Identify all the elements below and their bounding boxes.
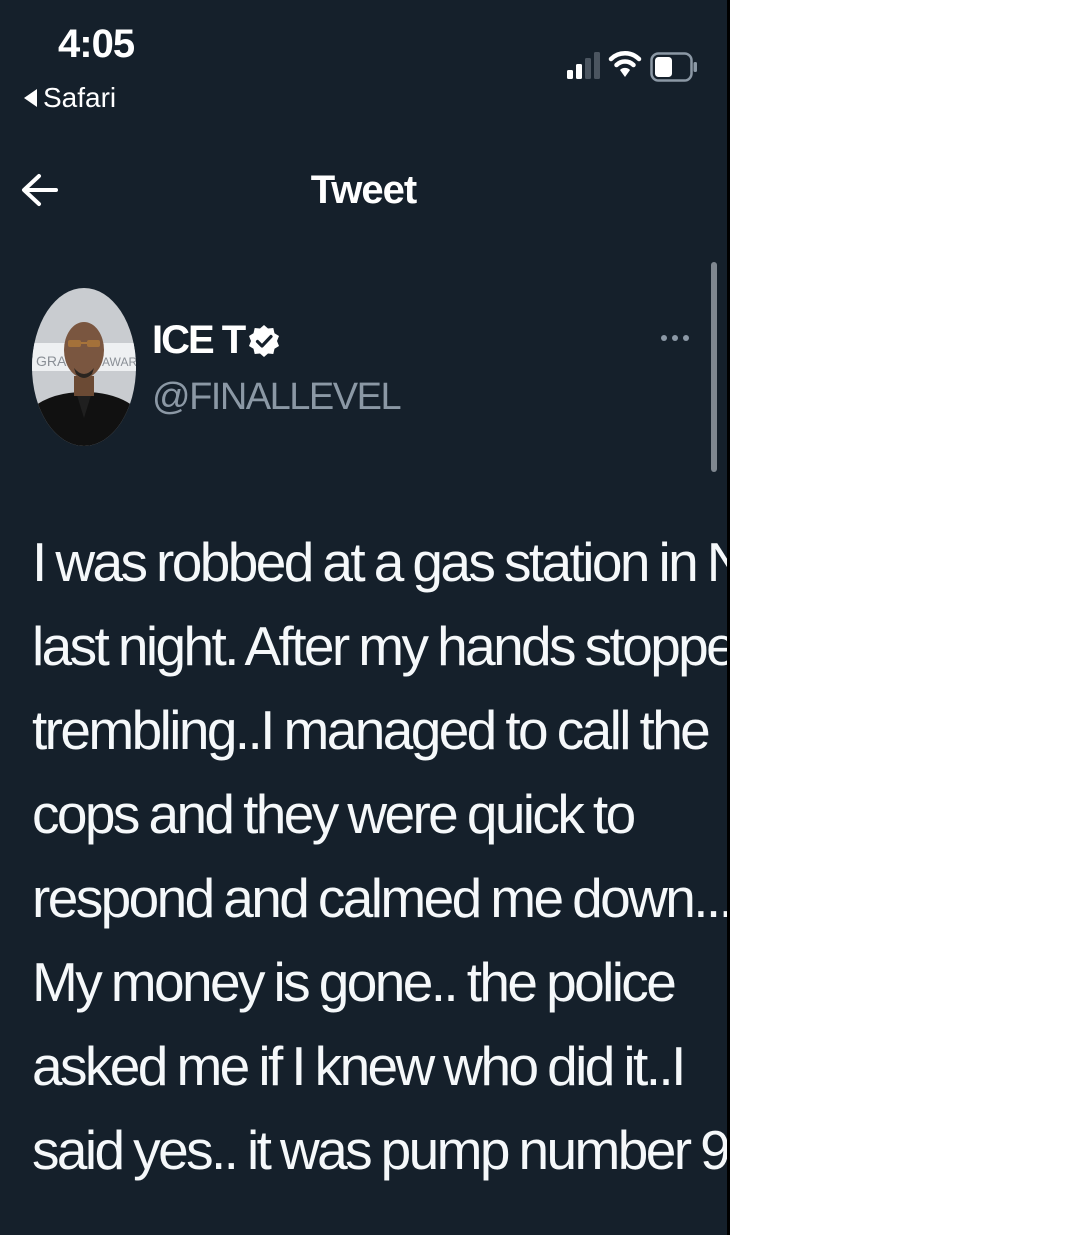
back-to-safari-button[interactable]: Safari xyxy=(24,82,116,114)
author-handle[interactable]: @FINALLEVEL xyxy=(152,376,402,419)
status-time: 4:05 xyxy=(58,22,135,66)
tweet-line: said yes.. it was pump number 9... xyxy=(32,1119,727,1181)
author-avatar[interactable]: GRA AWARI xyxy=(32,288,136,446)
tweet-line: My money is gone.. the police xyxy=(32,951,677,1013)
tweet-line: respond and calmed me down..... xyxy=(32,867,727,929)
page-title: Tweet xyxy=(310,168,417,212)
signal-icon xyxy=(567,52,600,79)
screenshot-edge xyxy=(727,0,730,1235)
tweet-line: last night. After my hands stopped xyxy=(32,615,727,677)
tweet-line: I was robbed at a gas station in NJ xyxy=(32,531,727,593)
author-display-name[interactable]: ICE T xyxy=(152,318,280,363)
scrollbar[interactable] xyxy=(711,262,717,472)
wifi-icon xyxy=(608,51,642,77)
back-triangle-icon xyxy=(24,89,37,107)
avatar-backdrop-text-right: AWARI xyxy=(102,355,136,369)
tweet-line: trembling..I managed to call the xyxy=(32,699,711,761)
tweet-line: cops and they were quick to xyxy=(32,783,636,845)
battery-icon xyxy=(650,52,697,82)
tweet-line: asked me if I knew who did it..I xyxy=(32,1035,686,1097)
avatar-backdrop-text-left: GRA xyxy=(36,353,67,369)
tweet-text: I was robbed at a gas station in NJ last… xyxy=(32,520,727,1192)
verified-badge-icon xyxy=(249,324,280,357)
twitter-app-screen: 4:05 Safari Tweet GRA AWAR ICE T @FINALL… xyxy=(0,0,727,1235)
author-name-text: ICE T xyxy=(152,318,246,362)
more-horizontal-icon[interactable] xyxy=(658,322,694,352)
back-app-label: Safari xyxy=(43,82,117,113)
